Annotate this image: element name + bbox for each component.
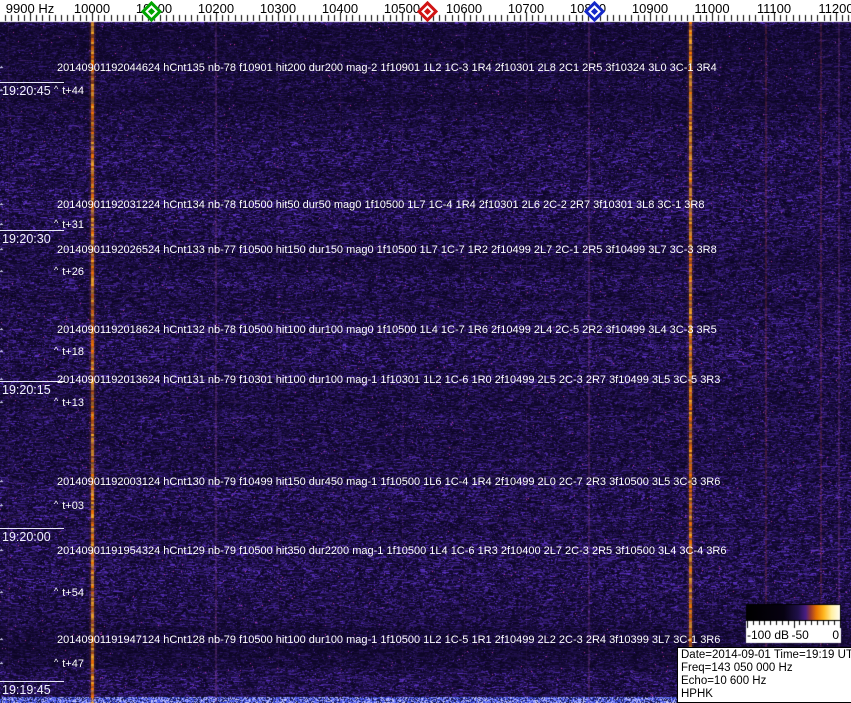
caret-mark-icon: ^ [54,218,59,228]
freq-tick-label: 9900 Hz [5,1,55,16]
time-tick-line [0,528,64,529]
marker-dot [423,7,431,16]
event-log-line: 20140901192031224 hCnt134 nb-78 f10500 h… [57,199,705,211]
freq-tick-label: 11100 [756,1,792,16]
caret-mark-icon: ^ [54,84,59,94]
time-label: 19:20:00 [2,530,51,544]
event-time-offset: ^ t+18 [54,345,84,358]
event-time-offset: ^ t+44 [54,84,84,97]
event-time-offset: ^ t+47 [54,657,84,670]
time-label: 19:20:30 [2,232,51,246]
spectrum-waterfall-window: 9900 Hz 10000 10100 10200 10300 10400 10… [0,0,851,703]
caret-mark-icon: ^ [54,345,59,355]
spectrogram-canvas [0,0,851,703]
caret-mark-icon: ^ [54,499,59,509]
info-date-time: Date=2014-09-01 Time=19:19 UTC [681,649,851,661]
freq-tick-label: 10300 [259,1,297,16]
event-tplus-label: t+13 [62,397,84,409]
caret-mark-icon: ^ [54,396,59,406]
time-label: 19:20:45 [2,84,51,98]
event-tplus-label: t+31 [62,219,84,231]
time-tick-line [0,381,64,382]
freq-tick-label: 11200 [818,1,851,16]
freq-tick-label: 10700 [507,1,545,16]
event-time-offset: ^ t+13 [54,396,84,409]
freq-tick-label: 10200 [197,1,235,16]
event-tplus-label: t+54 [62,587,84,599]
freq-tick-label: 10600 [445,1,483,16]
caret-mark-icon: ^ [54,586,59,596]
time-label: 19:20:15 [2,383,51,397]
event-log-line: 20140901191954324 hCnt129 nb-79 f10500 h… [57,545,727,557]
info-station-code: HPHK [681,687,713,700]
freq-tick-label: 10900 [631,1,669,16]
time-tick-line [0,82,64,83]
freq-tick-label: 10400 [321,1,359,16]
freq-tick-label: 11000 [694,1,730,16]
event-tplus-label: t+44 [62,85,84,97]
event-tplus-label: t+18 [62,346,84,358]
info-echo: Echo=10 600 Hz [681,674,767,687]
event-log-line: 20140901192044624 hCnt135 nb-78 f10901 h… [57,62,717,74]
marker-dot [591,7,599,16]
event-tplus-label: t+26 [62,266,84,278]
db-scale-legend: -100 dB -50 0 [746,628,841,643]
event-time-offset: ^ t+26 [54,265,84,278]
caret-mark-icon: ^ [54,265,59,275]
db-label-min: -100 dB [747,628,790,642]
db-label-mid: -50 [791,628,809,642]
freq-tick-label: 10000 [73,1,111,16]
event-time-offset: ^ t+54 [54,586,84,599]
status-info-box: Date=2014-09-01 Time=19:19 UTC Freq=143 … [677,647,851,703]
marker-dot [147,7,155,16]
time-label: 19:19:45 [2,683,51,697]
event-log-line: 20140901192003124 hCnt130 nb-79 f10499 h… [57,476,721,488]
event-tplus-label: t+47 [62,658,84,670]
info-frequency: Freq=143 050 000 Hz [681,661,793,674]
time-tick-line [0,681,64,682]
event-time-offset: ^ t+31 [54,218,84,231]
event-log-line: 20140901192013624 hCnt131 nb-79 f10301 h… [57,374,721,386]
freq-tick-label: 10500 [383,1,421,16]
event-time-offset: ^ t+03 [54,499,84,512]
caret-mark-icon: ^ [54,657,59,667]
event-log-line: 20140901192026524 hCnt133 nb-77 f10500 h… [57,244,717,256]
db-label-max: 0 [832,628,839,642]
event-log-line: 20140901191947124 hCnt128 nb-79 f10500 h… [57,634,721,646]
event-tplus-label: t+03 [62,500,84,512]
event-log-line: 20140901192018624 hCnt132 nb-78 f10500 h… [57,324,717,336]
